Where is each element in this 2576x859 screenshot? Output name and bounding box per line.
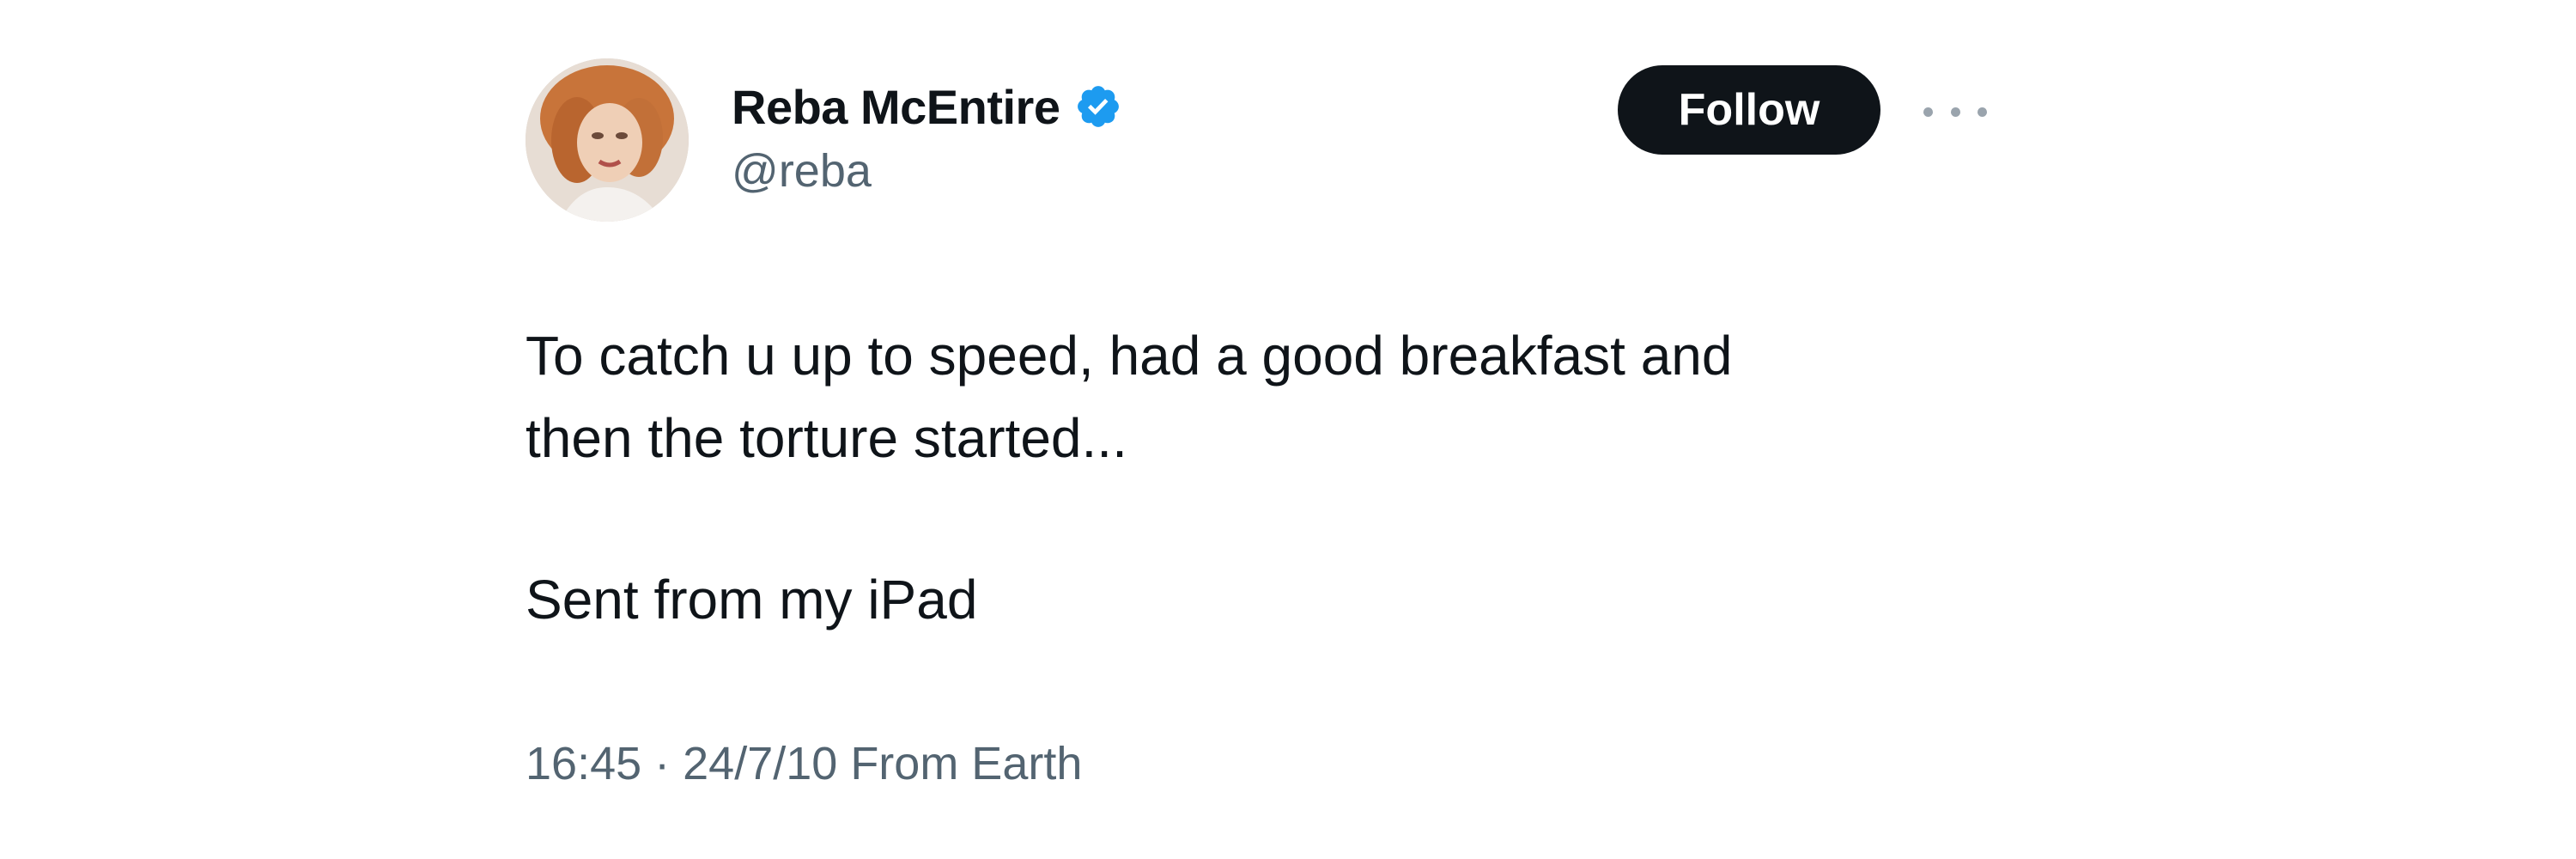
follow-button[interactable]: Follow xyxy=(1618,65,1880,155)
verified-badge-icon xyxy=(1077,86,1119,127)
display-name[interactable]: Reba McEntire xyxy=(732,79,1060,135)
tweet: Reba McEntire @reba Follow To catch u up… xyxy=(526,58,2002,814)
tweet-text-line: Sent from my iPad xyxy=(526,569,978,631)
meta-separator: · xyxy=(641,738,683,789)
avatar[interactable] xyxy=(526,58,689,222)
more-horizontal-icon xyxy=(1950,107,1960,117)
user-handle[interactable]: @reba xyxy=(732,144,1122,198)
tweet-source: From Earth xyxy=(837,738,1083,789)
user-info: Reba McEntire @reba xyxy=(732,76,1122,198)
tweet-text: To catch u up to speed, had a good break… xyxy=(526,314,2002,641)
more-horizontal-icon xyxy=(1978,107,1987,117)
more-options-button[interactable] xyxy=(1918,94,1992,129)
tweet-text-line: To catch u up to speed, had a good break… xyxy=(526,325,1733,387)
tweet-text-line: then the torture started... xyxy=(526,407,1127,469)
name-row: Reba McEntire xyxy=(732,76,1122,137)
tweet-date[interactable]: 24/7/10 xyxy=(683,738,837,789)
tweet-time[interactable]: 16:45 xyxy=(526,738,641,789)
tweet-meta: 16:45 · 24/7/10 From Earth xyxy=(526,737,1082,790)
profile-photo xyxy=(526,58,689,222)
more-horizontal-icon xyxy=(1923,107,1933,117)
